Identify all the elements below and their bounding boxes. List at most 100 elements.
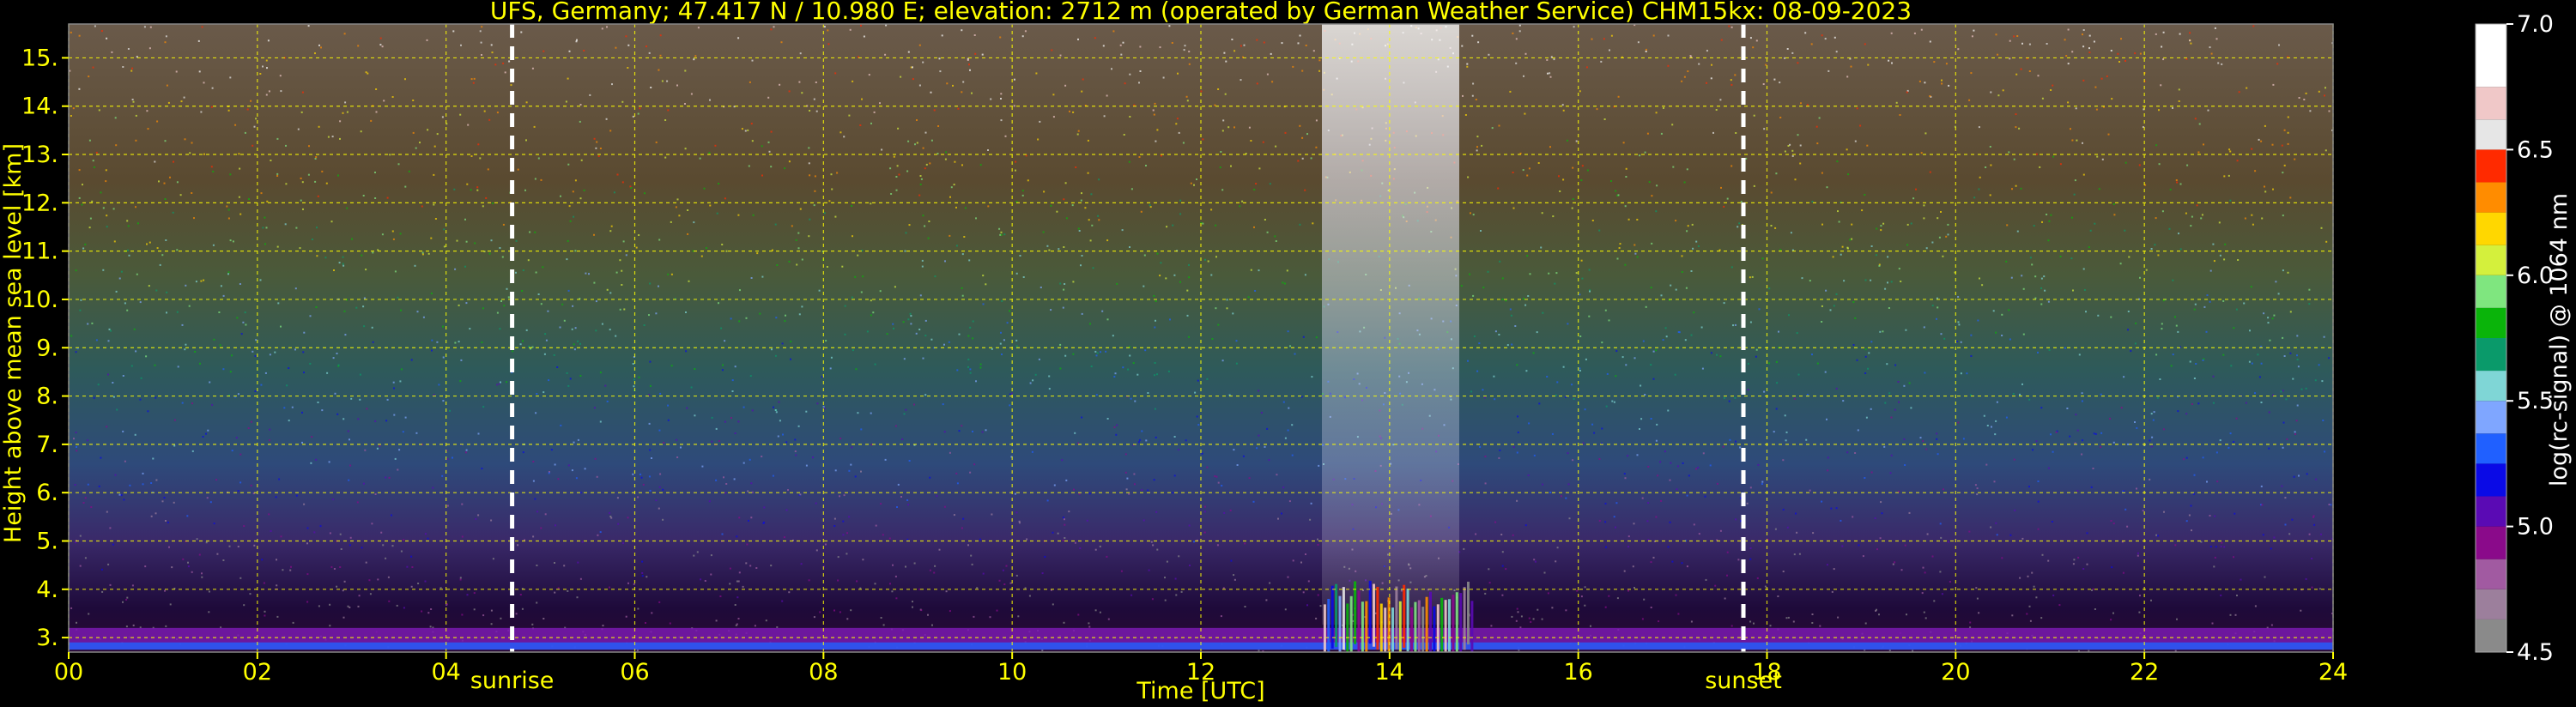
noise-dot (155, 512, 157, 515)
noise-dot (125, 598, 128, 601)
noise-dot (2260, 485, 2263, 487)
noise-dot (1900, 281, 1902, 282)
noise-dot (1579, 370, 1581, 372)
noise-dot (1973, 196, 1976, 199)
noise-dot (1258, 167, 1261, 170)
noise-dot (1059, 343, 1062, 346)
noise-dot (738, 320, 741, 323)
noise-dot (813, 98, 815, 100)
noise-dot (1546, 58, 1549, 61)
noise-dot (1971, 35, 1973, 38)
noise-dot (91, 200, 94, 202)
noise-dot (326, 372, 329, 374)
noise-dot (2189, 32, 2191, 34)
noise-dot (1133, 483, 1136, 486)
noise-dot (1815, 125, 1818, 128)
noise-dot (1706, 82, 1707, 84)
noise-dot (1001, 299, 1003, 302)
noise-dot (1784, 414, 1786, 417)
noise-dot (336, 585, 338, 588)
noise-dot (500, 617, 502, 619)
noise-dot (576, 596, 579, 599)
noise-dot (1947, 541, 1949, 543)
noise-dot (339, 137, 341, 140)
noise-dot (343, 310, 346, 312)
noise-dot (2183, 458, 2185, 461)
noise-dot (1130, 397, 1132, 400)
noise-dot (276, 559, 277, 561)
noise-dot (362, 195, 365, 196)
noise-dot (2139, 595, 2141, 597)
noise-dot (1149, 206, 1152, 208)
noise-dot (1282, 486, 1285, 489)
noise-dot (314, 52, 316, 55)
noise-dot (128, 254, 130, 257)
noise-dot (2308, 533, 2311, 535)
noise-dot (907, 140, 910, 142)
noise-dot (1773, 431, 1775, 433)
noise-dot (870, 202, 872, 205)
noise-dot (606, 288, 609, 291)
noise-dot (1683, 181, 1686, 184)
noise-dot (1851, 238, 1853, 240)
noise-dot (1627, 546, 1629, 548)
noise-dot (1022, 276, 1025, 278)
noise-dot (697, 27, 700, 29)
noise-dot (1048, 388, 1051, 390)
noise-dot (770, 565, 773, 567)
noise-dot (927, 613, 929, 616)
noise-dot (522, 269, 524, 271)
noise-dot (1160, 154, 1162, 157)
noise-dot (902, 321, 905, 323)
noise-dot (1526, 174, 1529, 177)
noise-dot (2244, 217, 2246, 220)
noise-dot (2083, 289, 2086, 291)
noise-dot (1517, 432, 1519, 433)
noise-dot (2011, 614, 2014, 617)
noise-dot (557, 478, 560, 480)
noise-dot (432, 486, 434, 489)
noise-dot (1467, 360, 1469, 362)
noise-dot (1660, 132, 1663, 135)
noise-dot (261, 559, 264, 561)
noise-dot (146, 110, 148, 112)
noise-dot (286, 384, 288, 387)
noise-dot (567, 289, 570, 292)
noise-dot (961, 294, 964, 297)
noise-dot (253, 544, 256, 547)
noise-dot (1139, 438, 1141, 441)
noise-dot (356, 501, 359, 504)
noise-dot (332, 499, 335, 500)
noise-dot (1294, 353, 1296, 355)
noise-dot (328, 461, 330, 463)
noise-dot (499, 247, 501, 249)
noise-dot (776, 264, 779, 266)
noise-dot (1645, 305, 1647, 308)
noise-dot (1175, 123, 1178, 125)
noise-dot (1315, 336, 1318, 339)
noise-dot (1735, 132, 1737, 134)
noise-dot (795, 239, 797, 241)
noise-dot (906, 538, 909, 541)
noise-dot (2233, 556, 2234, 559)
noise-dot (2229, 150, 2232, 153)
noise-dot (300, 111, 303, 113)
noise-dot (537, 293, 540, 295)
noise-dot (785, 441, 788, 444)
noise-dot (1179, 199, 1182, 202)
noise-dot (770, 130, 773, 133)
noise-dot (637, 607, 639, 610)
noise-dot (2041, 553, 2044, 556)
noise-dot (2277, 293, 2280, 295)
noise-dot (203, 82, 205, 84)
noise-dot (684, 103, 686, 105)
noise-dot (1256, 82, 1258, 85)
noise-dot (477, 432, 480, 435)
noise-dot (599, 531, 602, 534)
noise-dot (464, 451, 467, 454)
noise-dot (1937, 217, 1939, 220)
noise-dot (2013, 35, 2015, 38)
noise-dot (1231, 39, 1233, 40)
noise-dot (2229, 432, 2232, 435)
noise-dot (1009, 404, 1011, 407)
